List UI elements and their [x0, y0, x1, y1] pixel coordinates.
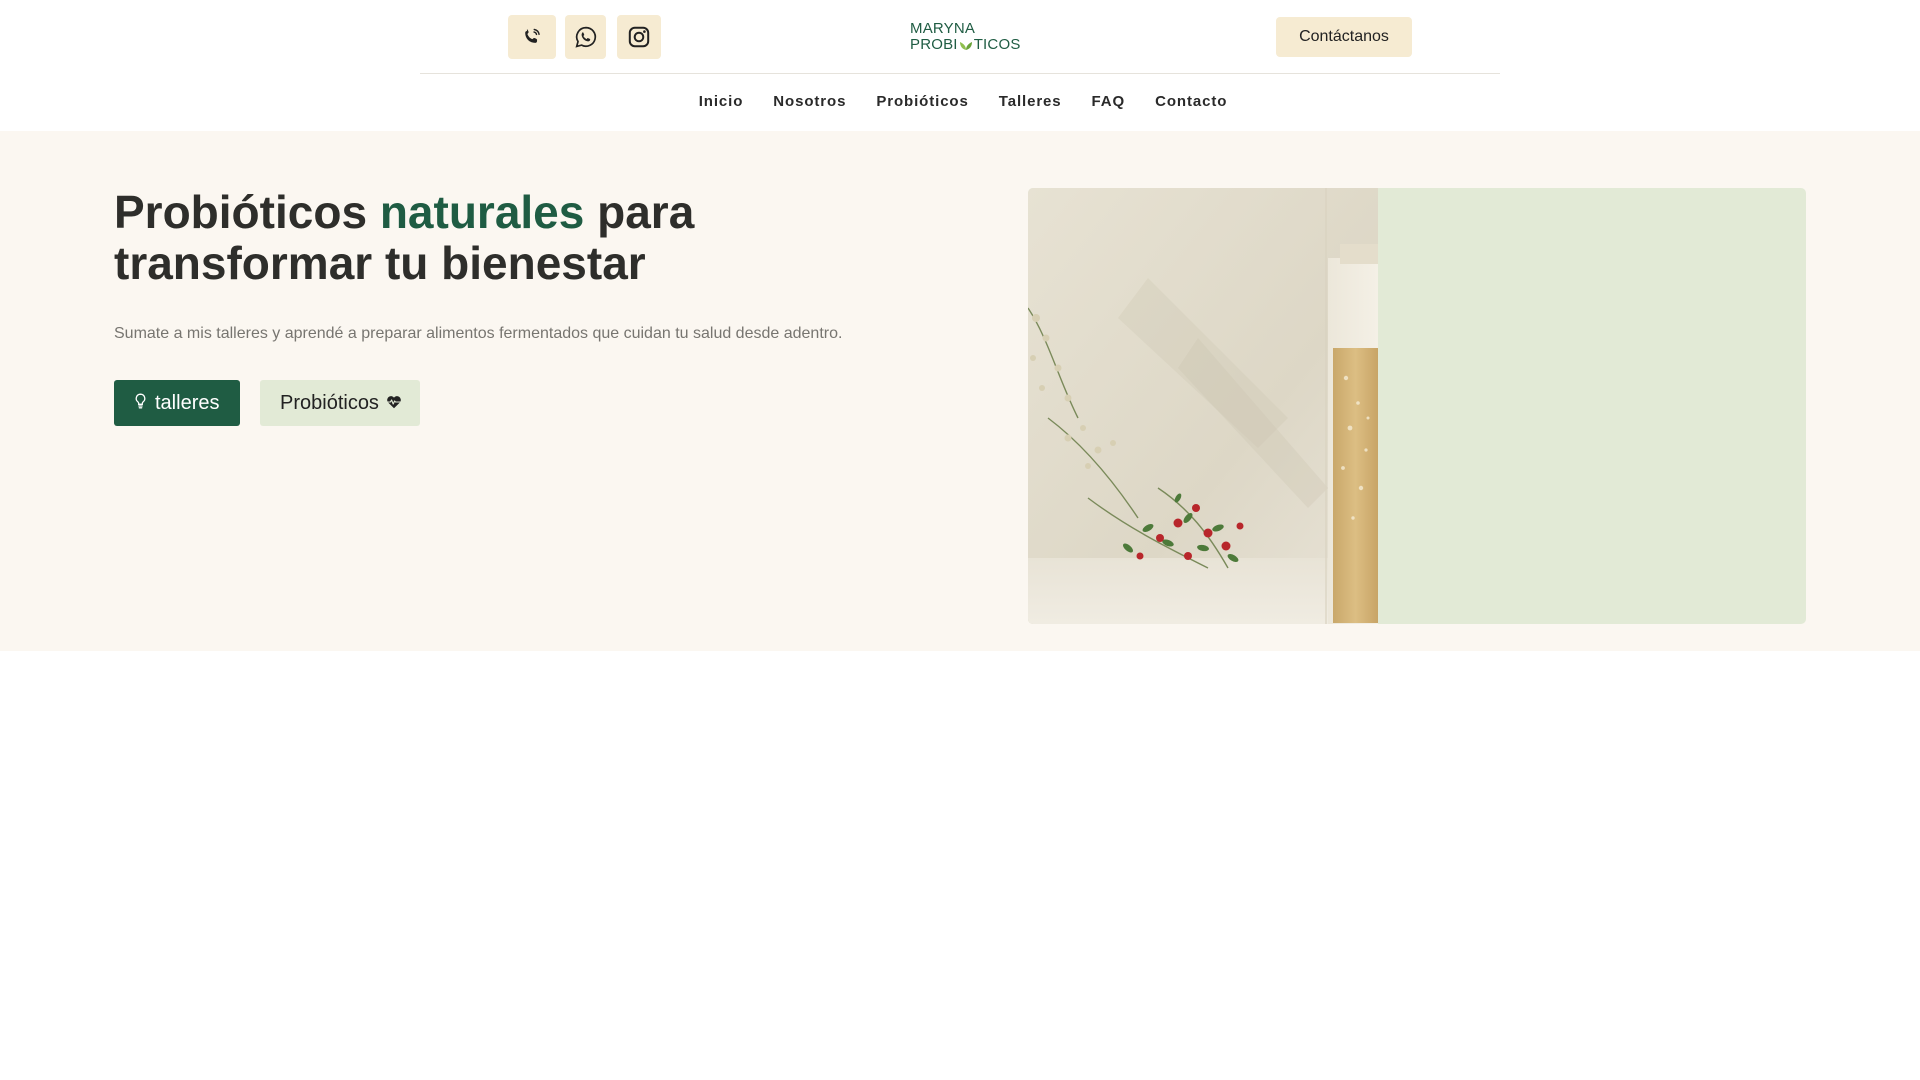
instagram-button[interactable]	[617, 15, 661, 59]
hero-subtitle: Sumate a mis talleres y aprendé a prepar…	[114, 325, 843, 342]
hero-section: Probióticos naturales para transformar t…	[0, 131, 1920, 651]
nav-item-talleres[interactable]: Talleres	[984, 86, 1077, 118]
instagram-icon	[627, 25, 651, 49]
whatsapp-button[interactable]	[565, 15, 606, 59]
talleres-button-label: talleres	[155, 391, 220, 414]
lightbulb-icon	[134, 392, 155, 415]
probioticos-button[interactable]: Probióticos	[260, 380, 420, 426]
phone-button[interactable]	[508, 15, 556, 59]
hero-title: Probióticos naturales para transformar t…	[114, 187, 894, 289]
logo-line-2-start: PROBI	[910, 36, 958, 53]
nav-item-probioticos[interactable]: Probióticos	[861, 86, 983, 118]
logo-line-2: PROBI TICOS	[910, 37, 1032, 53]
nav-item-contacto[interactable]: Contacto	[1140, 86, 1242, 118]
hero-image-panel	[1028, 188, 1806, 624]
hero-title-start: Probióticos	[114, 186, 380, 238]
top-bar: MARYNA PROBI TICOS Contáctanos	[420, 0, 1500, 74]
nav-item-nosotros[interactable]: Nosotros	[758, 86, 861, 118]
logo-line-2-end: TICOS	[973, 36, 1021, 53]
whatsapp-icon	[574, 25, 598, 49]
leaf-icon	[959, 37, 973, 53]
nav-item-inicio[interactable]: Inicio	[684, 86, 759, 118]
contact-button[interactable]: Contáctanos	[1276, 17, 1412, 57]
heartbeat-icon	[379, 392, 402, 415]
hero-photo-jar-and-berries	[1028, 188, 1378, 624]
hero-title-accent: naturales	[379, 186, 585, 238]
nav-item-faq[interactable]: FAQ	[1077, 86, 1141, 118]
brand-logo[interactable]: MARYNA PROBI TICOS	[910, 20, 1032, 54]
talleres-button[interactable]: talleres	[114, 380, 240, 426]
main-nav: Inicio Nosotros Probióticos Talleres FAQ…	[0, 86, 1920, 118]
phone-icon	[521, 26, 543, 48]
probioticos-button-label: Probióticos	[280, 391, 379, 414]
logo-line-1: MARYNA	[910, 20, 976, 37]
